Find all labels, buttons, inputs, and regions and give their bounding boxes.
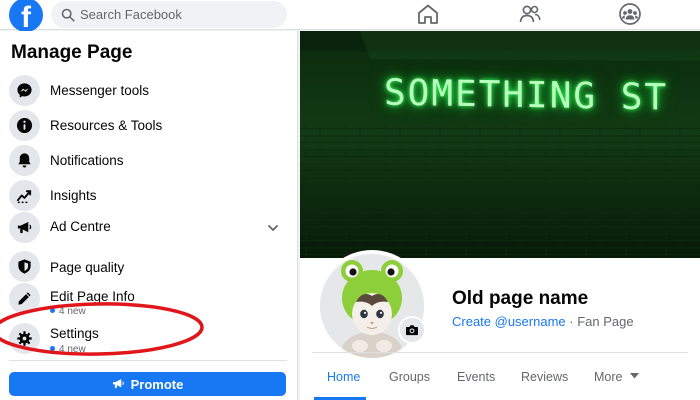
tab-more[interactable]: More bbox=[594, 370, 639, 384]
sidebar-item-settings[interactable]: Settings 4 new bbox=[7, 322, 291, 356]
update-profile-picture-button[interactable] bbox=[398, 316, 426, 344]
groups-icon[interactable] bbox=[618, 3, 642, 25]
caret-down-icon bbox=[629, 373, 639, 379]
promote-button[interactable]: Promote bbox=[9, 372, 286, 396]
sidebar-item-label: Edit Page Info bbox=[50, 289, 135, 304]
top-navigation-bar: f bbox=[0, 0, 700, 32]
chevron-down-icon[interactable] bbox=[267, 222, 279, 234]
sidebar-item-label: Messenger tools bbox=[50, 83, 150, 98]
info-icon bbox=[9, 110, 40, 141]
sidebar-item-badge: 4 new bbox=[50, 306, 86, 317]
tab-reviews[interactable]: Reviews bbox=[521, 370, 568, 384]
search-icon bbox=[61, 8, 75, 22]
sidebar-item-insights[interactable]: Insights bbox=[7, 179, 291, 213]
facebook-logo-letter: f bbox=[21, 1, 31, 32]
gear-icon bbox=[9, 323, 40, 354]
manage-page-sidebar: Manage Page Messenger tools Resources & … bbox=[0, 31, 298, 400]
sidebar-item-resources-tools[interactable]: Resources & Tools bbox=[7, 109, 291, 143]
sidebar-item-label: Ad Centre bbox=[50, 219, 111, 234]
sidebar-item-label: Resources & Tools bbox=[50, 118, 163, 133]
neon-sign-text: SOMETHING ST bbox=[384, 72, 669, 119]
megaphone-icon bbox=[9, 212, 40, 243]
page-header: Old page name Create @username · Fan Pag… bbox=[300, 250, 700, 400]
cover-background bbox=[300, 31, 700, 258]
sidebar-divider bbox=[9, 360, 287, 361]
page-title: Old page name bbox=[452, 288, 589, 309]
new-dot bbox=[50, 346, 55, 351]
sidebar-item-notifications[interactable]: Notifications bbox=[7, 144, 291, 178]
sidebar-item-label: Page quality bbox=[50, 260, 125, 275]
tab-home[interactable]: Home bbox=[327, 370, 360, 384]
tab-more-label: More bbox=[594, 370, 623, 384]
create-username-link[interactable]: Create @username bbox=[452, 314, 566, 329]
page-category: Fan Page bbox=[577, 314, 634, 329]
cover-photo[interactable]: SOMETHING ST bbox=[300, 31, 700, 258]
sidebar-item-ad-centre[interactable]: Ad Centre bbox=[7, 211, 291, 245]
pencil-icon bbox=[9, 283, 40, 314]
search-box[interactable] bbox=[51, 1, 287, 28]
messenger-icon bbox=[9, 75, 40, 106]
page-meta: Create @username · Fan Page bbox=[452, 314, 634, 329]
sidebar-item-messenger-tools[interactable]: Messenger tools bbox=[7, 74, 291, 108]
sidebar-title: Manage Page bbox=[11, 42, 133, 63]
new-count: 4 new bbox=[59, 344, 86, 355]
sidebar-item-label: Settings bbox=[50, 326, 99, 341]
home-icon[interactable] bbox=[416, 3, 440, 25]
profile-picture[interactable] bbox=[316, 250, 428, 362]
friends-icon[interactable] bbox=[518, 3, 542, 25]
promote-label: Promote bbox=[130, 376, 184, 392]
sidebar-item-page-quality[interactable]: Page quality bbox=[7, 250, 291, 284]
sidebar-item-badge: 4 new bbox=[50, 344, 86, 355]
camera-icon bbox=[406, 325, 418, 336]
sidebar-item-label: Insights bbox=[50, 188, 97, 203]
tabs-divider bbox=[312, 352, 688, 353]
search-input[interactable] bbox=[80, 5, 275, 24]
new-count: 4 new bbox=[59, 306, 86, 317]
shield-icon bbox=[9, 251, 40, 282]
new-dot bbox=[50, 308, 55, 313]
megaphone-icon bbox=[112, 379, 124, 389]
trend-chart-icon bbox=[9, 180, 40, 211]
tab-groups[interactable]: Groups bbox=[389, 370, 430, 384]
facebook-logo[interactable]: f bbox=[9, 0, 43, 32]
bell-icon bbox=[9, 145, 40, 176]
tab-events[interactable]: Events bbox=[457, 370, 495, 384]
sidebar-item-label: Notifications bbox=[50, 153, 124, 168]
meta-separator: · bbox=[569, 314, 574, 329]
sidebar-item-edit-page-info[interactable]: Edit Page Info 4 new bbox=[7, 282, 291, 317]
